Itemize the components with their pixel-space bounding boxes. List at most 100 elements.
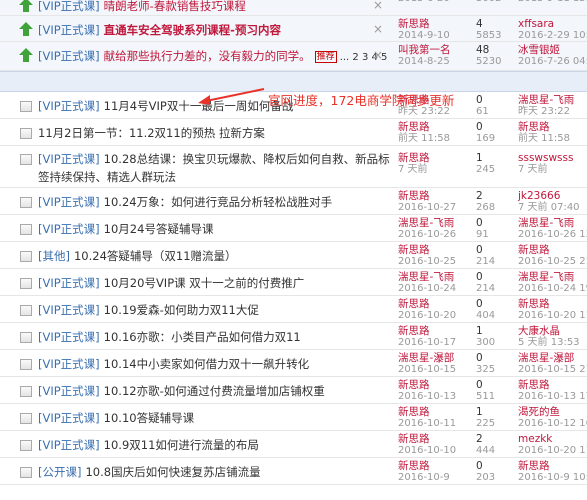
sticky-thread-row[interactable]: [VIP正式课] 晴朗老师-春款销售技巧课程 × 2015-6-20 3002 2015-… (0, 0, 587, 16)
last-post-date[interactable]: 2016-10-24 19:11 (518, 283, 587, 295)
thread-title-link[interactable]: 10.10答疑辅导课 (104, 411, 194, 425)
author-name[interactable]: 湍思星-飞雨 (398, 217, 456, 229)
thread-tag[interactable]: [VIP正式课] (38, 0, 100, 13)
author-name[interactable]: 新思路 (398, 433, 456, 445)
last-post-user[interactable]: 渴死的鱼 (518, 406, 587, 418)
thread-title[interactable]: [VIP正式课] 晴朗老师-春款销售技巧课程 (38, 0, 246, 14)
last-post-user[interactable]: xffsara (518, 18, 587, 30)
author-name[interactable]: 新思路 (398, 121, 450, 133)
thread-row[interactable]: [VIP正式课] 10.16亦歌：小类目产品如何借力双11 新思路 2016-10-1… (0, 323, 587, 350)
author-name[interactable]: 湍思星-瀑部 (398, 352, 456, 364)
last-post-user[interactable]: ssswswsss (518, 152, 573, 164)
last-post-user[interactable]: 湍思星-瀑部 (518, 352, 587, 364)
thread-title[interactable]: [VIP正式课] 10月20号VIP课 双十一之前的付费推广 (38, 275, 304, 291)
last-post-date[interactable]: 2016-10-26 13:51 (518, 229, 587, 241)
author-name[interactable]: 叫我第一名 (398, 44, 451, 56)
thread-title-link[interactable]: 10.8国庆后如何快速复苏店铺流量 (85, 465, 260, 479)
last-post-date[interactable]: 2016-10-15 21:05 (518, 364, 587, 376)
author-name[interactable]: 新思路 (398, 244, 456, 256)
thread-title-link[interactable]: 10.24万象：如何进行竞品分析轻松战胜对手 (104, 195, 332, 209)
thread-title[interactable]: [VIP正式课] 10.24万象：如何进行竞品分析轻松战胜对手 (38, 194, 332, 210)
thread-title[interactable]: [VIP正式课] 10.16亦歌：小类目产品如何借力双11 (38, 329, 301, 345)
author-name[interactable]: 新思路 (398, 190, 456, 202)
thread-title-link[interactable]: 10.19爱森-如何助力双11大促 (104, 303, 259, 317)
thread-tag[interactable]: [VIP正式课] (38, 411, 100, 425)
thread-row[interactable]: [公开课] 10.8国庆后如何快速复苏店铺流量 新思路 2016-10-9 0 203 新思… (0, 458, 587, 485)
last-post-date[interactable]: 7 天前 07:40 (518, 202, 580, 214)
thread-title[interactable]: [VIP正式课] 10.10答疑辅导课 (38, 410, 194, 426)
thread-tag[interactable]: [VIP正式课] (38, 330, 100, 344)
last-post-user[interactable]: 大康水晶 (518, 325, 580, 337)
thread-title[interactable]: [VIP正式课] 10月24号答疑辅导课 (38, 221, 213, 237)
last-post-date[interactable]: 前天 11:58 (518, 133, 570, 145)
last-post-date[interactable]: 2015-9-11 15:39 (518, 0, 587, 5)
thread-tag[interactable]: [VIP正式课] (38, 384, 100, 398)
thread-row[interactable]: [VIP正式课] 10.9双11如何进行流量的布局 新思路 2016-10-10 2 44… (0, 431, 587, 458)
thread-title[interactable]: [VIP正式课] 10.19爱森-如何助力双11大促 (38, 302, 259, 318)
last-post-date[interactable]: 2016-7-26 04:24 (518, 56, 587, 68)
thread-title[interactable]: [VIP正式课] 10.12亦歌-如何通过付费流量增加店铺权重 (38, 383, 325, 399)
close-icon[interactable]: × (373, 48, 383, 62)
author-name[interactable]: 新思路 (398, 406, 456, 418)
last-post-date[interactable]: 2016-10-20 11:58 (518, 310, 587, 322)
thread-tag[interactable]: [VIP正式课] (38, 23, 100, 37)
last-post-date[interactable]: 5 天前 13:53 (518, 337, 580, 349)
last-post-user[interactable]: 湍思星-飞雨 (518, 271, 587, 283)
last-post-user[interactable]: 湍思星-飞雨 (518, 94, 574, 106)
thread-row[interactable]: [VIP正式课] 10.24万象：如何进行竞品分析轻松战胜对手 新思路 2016-10… (0, 188, 587, 215)
sticky-thread-row[interactable]: [VIP正式课] 献给那些执行力差的，没有毅力的同学。 推荐... 2 3 4 5 ×… (0, 42, 587, 71)
thread-title-link[interactable]: 10.14中小卖家如何借力双十一飙升转化 (104, 357, 309, 371)
last-post-date[interactable]: 7 天前 (518, 164, 573, 176)
thread-title-link[interactable]: 献给那些执行力差的，没有毅力的同学。 (104, 49, 311, 63)
thread-title-link[interactable]: 10.12亦歌-如何通过付费流量增加店铺权重 (104, 384, 325, 398)
author-name[interactable]: 新思路 (398, 379, 456, 391)
thread-title-link[interactable]: 晴朗老师-春款销售技巧课程 (104, 0, 246, 13)
thread-tag[interactable]: [VIP正式课] (38, 222, 100, 236)
last-post-user[interactable]: 新思路 (518, 244, 587, 256)
thread-title[interactable]: [VIP正式课] 10.14中小卖家如何借力双十一飙升转化 (38, 356, 309, 372)
thread-tag[interactable]: [VIP正式课] (38, 152, 100, 166)
author-name[interactable]: 新思路 (398, 152, 430, 164)
author-name[interactable]: 新思路 (398, 18, 450, 30)
thread-title-link[interactable]: 10.9双11如何进行流量的布局 (104, 438, 259, 452)
thread-title[interactable]: [VIP正式课] 献给那些执行力差的，没有毅力的同学。 推荐... 2 3 4 5 (38, 48, 387, 64)
thread-tag[interactable]: [VIP正式课] (38, 303, 100, 317)
thread-title-link[interactable]: 10.16亦歌：小类目产品如何借力双11 (104, 330, 301, 344)
last-post-user[interactable]: 湍思星-飞雨 (518, 217, 587, 229)
thread-row[interactable]: [VIP正式课] 10.10答疑辅导课 新思路 2016-10-11 1 225 渴死的鱼 2… (0, 404, 587, 431)
last-post-date[interactable]: 2016-10-13 17:13 (518, 391, 587, 403)
thread-title-link[interactable]: 10.24答疑辅导（双11赠流量） (74, 249, 237, 263)
author-name[interactable]: 新思路 (398, 460, 450, 472)
last-post-user[interactable]: mezkk (518, 433, 587, 445)
thread-tag[interactable]: [VIP正式课] (38, 438, 100, 452)
thread-title-link[interactable]: 直通车安全驾驶系列课程-预习内容 (104, 23, 281, 37)
thread-tag[interactable]: [VIP正式课] (38, 195, 100, 209)
thread-title[interactable]: [VIP正式课] 10.9双11如何进行流量的布局 (38, 437, 259, 453)
thread-title-link[interactable]: 10月24号答疑辅导课 (104, 222, 214, 236)
thread-row[interactable]: [VIP正式课] 10.28总结课：换宝贝玩爆款、降权后如何自救、新品标签持续保持… (0, 146, 587, 188)
last-post-user[interactable]: 冰雪银姬 (518, 44, 587, 56)
thread-title[interactable]: [其他] 10.24答疑辅导（双11赠流量） (38, 248, 237, 264)
last-post-user[interactable]: 新思路 (518, 121, 570, 133)
thread-row[interactable]: [VIP正式课] 10.19爱森-如何助力双11大促 新思路 2016-10-20 0 4… (0, 296, 587, 323)
thread-title[interactable]: 11月2日第一节：11.2双11的预热 拉新方案 (38, 125, 265, 141)
last-post-date[interactable]: 2016-10-9 10:58 (518, 472, 587, 484)
thread-title-link[interactable]: 11月2日第一节：11.2双11的预热 拉新方案 (38, 126, 265, 140)
sticky-thread-row[interactable]: [VIP正式课] 直通车安全驾驶系列课程-预习内容 × 新思路 2014-9-10 4 58… (0, 16, 587, 42)
thread-row[interactable]: [其他] 10.24答疑辅导（双11赠流量） 新思路 2016-10-25 0 214 新思… (0, 242, 587, 269)
last-post-user[interactable]: 新思路 (518, 460, 587, 472)
thread-tag[interactable]: [VIP正式课] (38, 276, 100, 290)
last-post-user[interactable]: 新思路 (518, 298, 587, 310)
thread-row[interactable]: [VIP正式课] 10月24号答疑辅导课 湍思星-飞雨 2016-10-26 0 91 湍思… (0, 215, 587, 242)
thread-tag[interactable]: [VIP正式课] (38, 99, 100, 113)
author-name[interactable]: 湍思星-飞雨 (398, 271, 456, 283)
last-post-date[interactable]: 2016-10-12 16:50 (518, 418, 587, 430)
thread-tag[interactable]: [其他] (38, 249, 70, 263)
thread-row[interactable]: [VIP正式课] 10.12亦歌-如何通过付费流量增加店铺权重 新思路 2016-10… (0, 377, 587, 404)
last-post-date[interactable]: 昨天 23:22 (518, 106, 574, 118)
thread-row[interactable]: 11月2日第一节：11.2双11的预热 拉新方案 新思路 前天 11:58 0 169 新… (0, 119, 587, 146)
thread-title[interactable]: [公开课] 10.8国庆后如何快速复苏店铺流量 (38, 464, 261, 480)
thread-tag[interactable]: [公开课] (38, 465, 81, 479)
last-post-date[interactable]: 2016-2-29 10:14 (518, 30, 587, 42)
author-name[interactable]: 新思路 (398, 298, 456, 310)
